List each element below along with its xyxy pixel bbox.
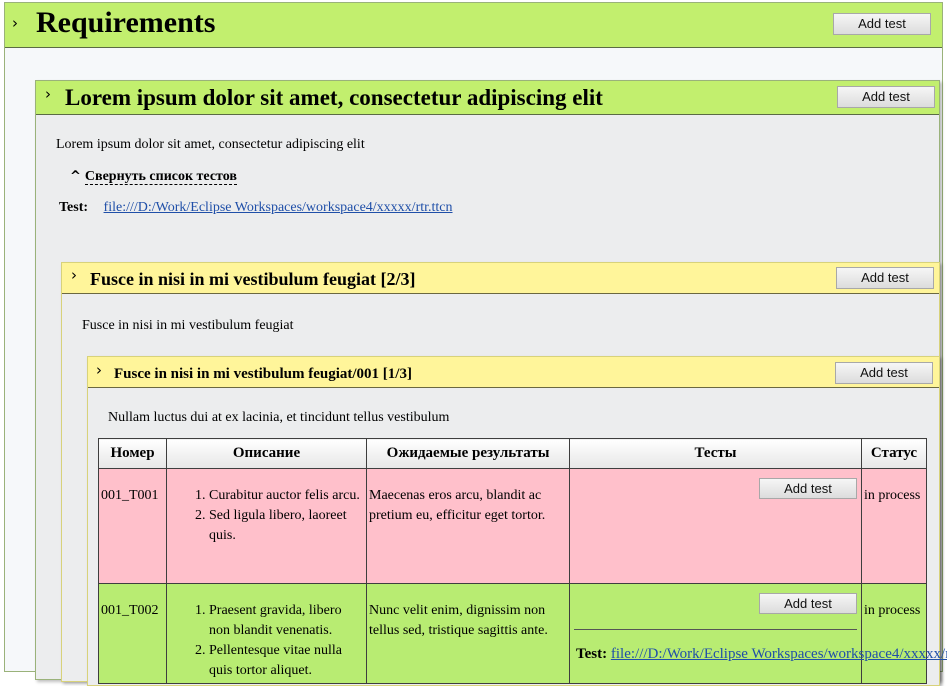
add-test-button[interactable]: Add test [835,362,933,384]
requirements-section: › Requirements Add test › Lorem ipsum do… [4,2,947,686]
expected-result: Maecenas eros arcu, blandit ac pretium e… [369,488,546,523]
list-item: Pellentesque vitae nulla quis tortor ali… [209,641,364,681]
add-test-button[interactable]: Add test [837,86,935,108]
requirement-description: Lorem ipsum dolor sit amet, consectetur … [56,137,365,152]
add-test-button[interactable]: Add test [759,593,857,614]
column-header-tests: Тесты [569,438,862,469]
requirement-header[interactable]: › Fusce in nisi in mi vestibulum feugiat… [62,263,939,294]
test-case-steps: Praesent gravida, libero non blandit ven… [167,584,366,683]
test-label: Test: [576,646,608,662]
table-row: 001_T001 Curabitur auctor felis arcu. Se… [98,468,927,584]
test-case-steps: Curabitur auctor felis arcu. Sed ligula … [167,469,366,583]
tests-cell: Add test Test: file:///D:/Work/Eclipse W… [569,583,947,684]
add-test-button[interactable]: Add test [836,267,934,289]
test-entry: Test: file:///D:/Work/Eclipse Workspaces… [59,200,453,216]
test-case-id: 001_T001 [101,488,159,503]
requirements-header[interactable]: › Requirements Add test [5,3,942,48]
requirement-description: Fusce in nisi in mi vestibulum feugiat [82,318,294,333]
test-label: Test: [59,200,89,215]
table-row: 001_T002 Praesent gravida, libero non bl… [98,583,947,684]
list-item: Sed ligula libero, laoreet quis. [209,506,364,546]
requirement-title: Fusce in nisi in mi vestibulum feugiat [… [90,269,416,289]
collapse-tests-label: Свернуть список тестов [84,169,237,185]
chevron-right-icon[interactable]: › [45,87,51,102]
tests-cell: Add test [569,468,862,584]
expected-result: Nunc velit enim, dignissim non tellus se… [369,603,548,638]
table-header-row: Номер Описание Ожидаемые результаты Тест… [98,438,927,469]
test-case-id: 001_T002 [101,603,159,618]
add-test-button[interactable]: Add test [833,13,931,35]
status-text: in process [864,603,921,618]
requirement-title: Lorem ipsum dolor sit amet, consectetur … [65,85,603,110]
requirement-section: › Lorem ipsum dolor sit amet, consectetu… [35,80,947,686]
column-header-description: Описание [166,438,367,469]
chevron-right-icon[interactable]: › [12,16,18,31]
status-text: in process [864,488,921,503]
add-test-button[interactable]: Add test [759,478,857,499]
requirement-title: Fusce in nisi in mi vestibulum feugiat/0… [114,366,412,382]
list-item: Curabitur auctor felis arcu. [209,486,364,506]
page-title: Requirements [36,6,216,39]
column-header-status: Статус [861,438,927,469]
column-header-number: Номер [98,438,167,469]
requirement-section: › Fusce in nisi in mi vestibulum feugiat… [87,356,947,686]
requirement-section: › Fusce in nisi in mi vestibulum feugiat… [61,262,947,686]
requirement-header[interactable]: › Lorem ipsum dolor sit amet, consectetu… [36,81,939,115]
list-item: Praesent gravida, libero non blandit ven… [209,601,364,641]
column-header-expected: Ожидаемые результаты [366,438,570,469]
test-cases-table: Номер Описание Ожидаемые результаты Тест… [98,438,947,684]
chevron-up-icon: ^ [70,169,81,184]
test-file-link[interactable]: file:///D:/Work/Eclipse Workspaces/works… [104,200,453,215]
requirement-header[interactable]: › Fusce in nisi in mi vestibulum feugiat… [88,357,939,388]
divider [574,629,857,630]
chevron-right-icon[interactable]: › [96,363,102,378]
requirement-description: Nullam luctus dui at ex lacinia, et tinc… [108,410,450,425]
collapse-tests-toggle[interactable]: ^ Свернуть список тестов [70,167,237,185]
chevron-right-icon[interactable]: › [71,268,77,283]
